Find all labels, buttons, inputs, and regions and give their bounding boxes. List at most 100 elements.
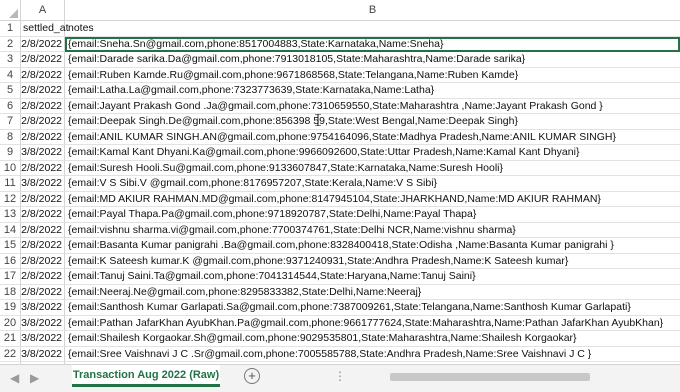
- cell-notes[interactable]: {email:Sree Vaishnavi J C .Sr@gmail.com,…: [65, 347, 680, 362]
- cell-settled-at[interactable]: 2/8/2022: [21, 114, 65, 130]
- scroll-tabs-right-icon[interactable]: ▶: [30, 371, 39, 385]
- cell-settled-at[interactable]: 2/8/2022: [21, 160, 65, 176]
- row-number[interactable]: 6: [0, 98, 21, 114]
- row-number[interactable]: 19: [0, 300, 21, 316]
- column-header-label: A: [38, 4, 47, 16]
- cell-notes[interactable]: {email:V S Sibi.V @gmail.com,phone:81769…: [65, 176, 680, 192]
- row-number[interactable]: 15: [0, 238, 21, 254]
- table-row: 13 2/8/2022 {email:Payal Thapa.Pa@gmail.co…: [0, 207, 680, 223]
- cell-settled-at[interactable]: 2/8/2022: [21, 191, 65, 207]
- cell-notes[interactable]: {email:ANIL KUMAR SINGH.AN@gmail.com,pho…: [65, 130, 680, 145]
- scrollbar-thumb[interactable]: [390, 373, 590, 381]
- column-header-label: B: [368, 4, 377, 16]
- row-number[interactable]: 8: [0, 129, 21, 145]
- cell-settled-at[interactable]: 3/8/2022: [21, 331, 65, 347]
- row-number[interactable]: 10: [0, 160, 21, 176]
- table-row: 15 2/8/2022 {email:Basanta Kumar panigrahi…: [0, 238, 680, 254]
- cell-notes[interactable]: {email:Jayant Prakash Gond .Ja@gmail.com…: [65, 99, 680, 114]
- row-number[interactable]: 9: [0, 145, 21, 161]
- cell-notes[interactable]: {email:Darade sarika.Da@gmail.com,phone:…: [65, 52, 680, 68]
- cell-settled-at[interactable]: 2/8/2022: [21, 284, 65, 300]
- table-row: 8 2/8/2022 {email:ANIL KUMAR SINGH.AN@gmai…: [0, 129, 680, 145]
- row-number[interactable]: 14: [0, 222, 21, 238]
- row-number[interactable]: 17: [0, 269, 21, 285]
- cell-settled-at[interactable]: 3/8/2022: [21, 176, 65, 192]
- table-row: 7 2/8/2022 {email:Deepak Singh.De@gmail.co…: [0, 114, 680, 130]
- cell-settled-at[interactable]: 2/8/2022: [21, 129, 65, 145]
- cell-settled-at[interactable]: 2/8/2022: [21, 238, 65, 254]
- table-row: 4 2/8/2022 {email:Ruben Kamde.Ru@gmail.com…: [0, 67, 680, 83]
- row-number[interactable]: 13: [0, 207, 21, 223]
- cell-settled-at[interactable]: 3/8/2022: [21, 300, 65, 316]
- cell-settled-at[interactable]: 3/8/2022: [21, 145, 65, 161]
- cell-notes[interactable]: {email:Shailesh Korgaokar.Sh@gmail.com,p…: [65, 331, 680, 347]
- table-row: 2 2/8/2022 {email:Sneha.Sn@gmail.com,phone…: [0, 36, 680, 52]
- cell-notes[interactable]: {email:Neeraj.Ne@gmail.com,phone:8295833…: [65, 285, 680, 300]
- table-row: 12 2/8/2022 {email:MD AKIUR RAHMAN.MD@gmai…: [0, 191, 680, 207]
- cell-settled-at[interactable]: 3/8/2022: [21, 315, 65, 331]
- row-number[interactable]: 3: [0, 52, 21, 68]
- table-row: 20 3/8/2022 {email:Pathan JafarKhan AyubKh…: [0, 315, 680, 331]
- cell-notes[interactable]: {email:Basanta Kumar panigrahi .Ba@gmail…: [65, 238, 680, 254]
- row-number[interactable]: 22: [0, 346, 21, 362]
- row-number[interactable]: 20: [0, 315, 21, 331]
- cell-notes[interactable]: {email:Santhosh Kumar Garlapati.Sa@gmail…: [65, 300, 680, 316]
- sheet-tab-transaction-aug-2022[interactable]: Transaction Aug 2022 (Raw): [72, 365, 220, 387]
- table-row: 11 3/8/2022 {email:V S Sibi.V @gmail.com,p…: [0, 176, 680, 192]
- row-number[interactable]: 21: [0, 331, 21, 347]
- table-row: 14 2/8/2022 {email:vishnu sharma.vi@gmail.…: [0, 222, 680, 238]
- table-row: 9 3/8/2022 {email:Kamal Kant Dhyani.Ka@gma…: [0, 145, 680, 161]
- cell-settled-at[interactable]: 2/8/2022: [21, 269, 65, 285]
- cell-notes[interactable]: {email:Pathan JafarKhan AyubKhan.Pa@gmai…: [65, 316, 680, 331]
- cell-notes[interactable]: {email:Sneha.Sn@gmail.com,phone:85170048…: [65, 36, 680, 52]
- cell-settled-at[interactable]: 2/8/2022: [21, 98, 65, 114]
- row-number[interactable]: 16: [0, 253, 21, 269]
- cell-settled-at[interactable]: 2/8/2022: [21, 36, 65, 52]
- horizontal-scrollbar[interactable]: [360, 368, 680, 386]
- more-options-icon[interactable]: ⋮: [334, 369, 346, 383]
- cell-notes[interactable]: {email:Kamal Kant Dhyani.Ka@gmail.com,ph…: [65, 145, 680, 161]
- cell-settled-at[interactable]: 2/8/2022: [21, 83, 65, 99]
- cell-a1[interactable]: settled_at: [21, 21, 69, 37]
- cell-notes[interactable]: {email:vishnu sharma.vi@gmail.com,phone:…: [65, 223, 680, 238]
- row-number[interactable]: 7: [0, 114, 21, 130]
- add-sheet-button[interactable]: +: [244, 368, 260, 384]
- row-number[interactable]: 12: [0, 191, 21, 207]
- table-row: 6 2/8/2022 {email:Jayant Prakash Gond .Ja@…: [0, 98, 680, 114]
- table-row: 16 2/8/2022 {email:K Sateesh kumar.K @gmai…: [0, 253, 680, 269]
- row-number[interactable]: 1: [0, 21, 21, 37]
- row-number[interactable]: 4: [0, 67, 21, 83]
- row-number[interactable]: 11: [0, 176, 21, 192]
- sheet-tab-bar: ◀ ▶ Transaction Aug 2022 (Raw) + ⋮: [0, 364, 680, 392]
- cell-notes[interactable]: {email:Payal Thapa.Pa@gmail.com,phone:97…: [65, 207, 680, 223]
- row-number[interactable]: 18: [0, 284, 21, 300]
- cell-settled-at[interactable]: 3/8/2022: [21, 346, 65, 362]
- scroll-tabs-left-icon[interactable]: ◀: [10, 371, 19, 385]
- cell-settled-at[interactable]: 2/8/2022: [21, 67, 65, 83]
- table-row: 18 2/8/2022 {email:Neeraj.Ne@gmail.com,pho…: [0, 284, 680, 300]
- row-number[interactable]: 2: [0, 36, 21, 52]
- cell-b1[interactable]: notes: [65, 21, 680, 37]
- cell-notes[interactable]: {email:Suresh Hooli.Su@gmail.com,phone:9…: [65, 161, 680, 176]
- table-row: 17 2/8/2022 {email:Tanuj Saini.Ta@gmail.co…: [0, 269, 680, 285]
- table-row: 10 2/8/2022 {email:Suresh Hooli.Su@gmail.c…: [0, 160, 680, 176]
- cell-notes[interactable]: {email:Latha.La@gmail.com,phone:73237736…: [65, 83, 680, 99]
- cell-notes[interactable]: {email:K Sateesh kumar.K @gmail.com,phon…: [65, 254, 680, 269]
- cell-notes[interactable]: {email:Tanuj Saini.Ta@gmail.com,phone:70…: [65, 269, 680, 285]
- header-row: 1 settled_at notes: [0, 21, 680, 37]
- cell-settled-at[interactable]: 2/8/2022: [21, 222, 65, 238]
- table-row: 21 3/8/2022 {email:Shailesh Korgaokar.Sh@g…: [0, 331, 680, 347]
- cell-settled-at[interactable]: 2/8/2022: [21, 253, 65, 269]
- cell-notes[interactable]: {email:Ruben Kamde.Ru@gmail.com,phone:96…: [65, 68, 680, 83]
- column-header-a[interactable]: A: [21, 0, 65, 21]
- select-all-corner[interactable]: [0, 0, 21, 21]
- mouse-cursor-icon: [315, 114, 321, 126]
- cell-settled-at[interactable]: 2/8/2022: [21, 207, 65, 223]
- select-all-triangle-icon: [9, 9, 18, 18]
- cell-notes[interactable]: {email:Deepak Singh.De@gmail.com,phone:8…: [65, 114, 680, 130]
- row-number[interactable]: 5: [0, 83, 21, 99]
- cell-settled-at[interactable]: 2/8/2022: [21, 52, 65, 68]
- column-header-b[interactable]: B: [65, 0, 680, 21]
- cell-notes[interactable]: {email:MD AKIUR RAHMAN.MD@gmail.com,phon…: [65, 192, 680, 207]
- table-row: 19 3/8/2022 {email:Santhosh Kumar Garlapat…: [0, 300, 680, 316]
